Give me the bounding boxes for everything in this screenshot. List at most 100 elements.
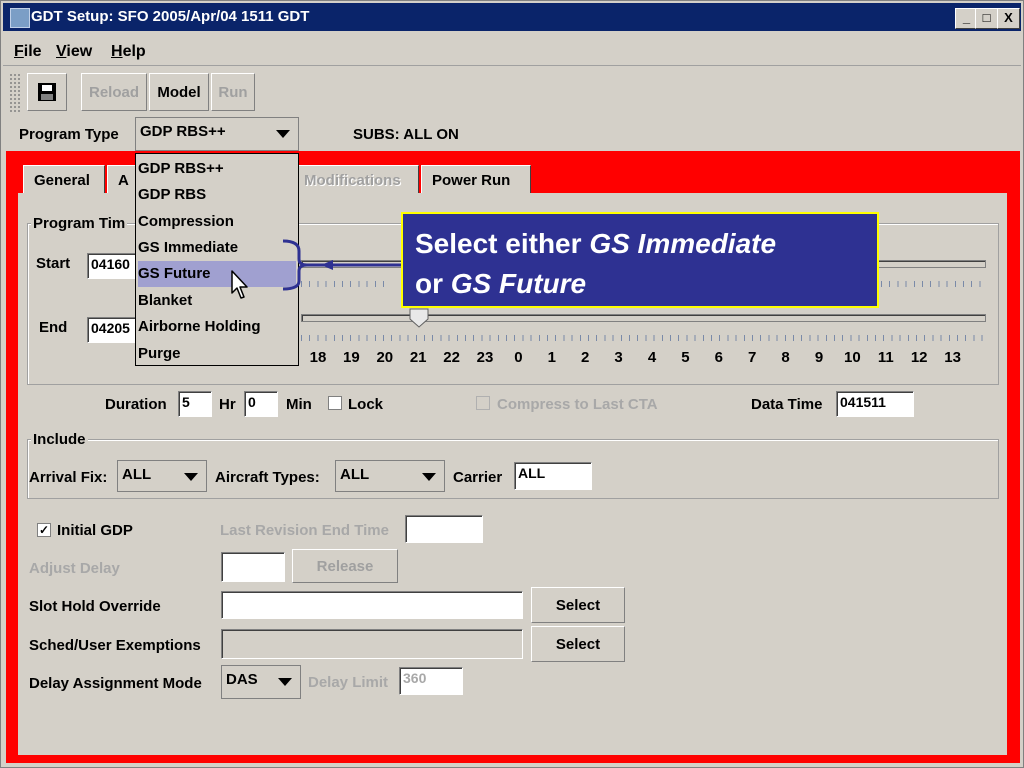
adjust-delay-label: Adjust Delay: [29, 560, 120, 577]
menu-file[interactable]: File: [14, 43, 42, 61]
hr-label: Hr: [219, 396, 236, 413]
menu-help[interactable]: Help: [111, 43, 146, 61]
menu-view[interactable]: View: [56, 43, 92, 61]
release-button[interactable]: Release: [292, 549, 398, 583]
hour-tick-label: 19: [343, 349, 360, 366]
hour-tick-label: 4: [647, 349, 657, 366]
option-airborne-holding[interactable]: Airborne Holding: [138, 314, 296, 340]
duration-label: Duration: [105, 396, 167, 413]
chevron-down-icon: [276, 130, 290, 138]
model-button[interactable]: Model: [149, 73, 209, 111]
close-button[interactable]: X: [997, 8, 1020, 29]
program-type-dropdown: GDP RBS++ GDP RBS Compression GS Immedia…: [135, 153, 299, 366]
initial-gdp-label: Initial GDP: [57, 522, 133, 539]
duration-hr-field[interactable]: 5: [178, 391, 212, 417]
end-time-slider[interactable]: [301, 314, 986, 322]
delay-mode-select[interactable]: DAS: [221, 665, 301, 699]
sched-user-label: Sched/User Exemptions: [29, 637, 201, 654]
tab-modifications[interactable]: Modifications: [293, 165, 419, 195]
chevron-down-icon: [184, 473, 198, 481]
lock-label: Lock: [348, 396, 384, 413]
hour-tick-label: 1: [547, 349, 556, 366]
hour-tick-label: 12: [910, 349, 928, 366]
compress-label: Compress to Last CTA: [497, 396, 658, 413]
compress-checkbox[interactable]: [476, 396, 490, 410]
program-type-label: Program Type: [19, 126, 119, 143]
title-bar[interactable]: GDT Setup: SFO 2005/Apr/04 1511 GDT _ □ …: [3, 3, 1021, 31]
sched-user-select-button[interactable]: Select: [531, 626, 625, 662]
chevron-down-icon: [278, 678, 292, 686]
option-purge[interactable]: Purge: [138, 341, 296, 367]
data-time-field[interactable]: 041511: [836, 391, 914, 417]
option-blanket[interactable]: Blanket: [138, 288, 296, 314]
chevron-down-icon: [422, 473, 436, 481]
hour-tick-label: 13: [944, 349, 961, 366]
callout-line2-prefix: or: [415, 268, 451, 299]
arrival-fix-label: Arrival Fix:: [29, 469, 108, 486]
hour-tick-label: 18: [309, 349, 327, 366]
carrier-label: Carrier: [453, 469, 503, 486]
initial-gdp-checkbox[interactable]: ✓: [37, 523, 51, 537]
hour-tick-label: 2: [581, 349, 590, 366]
arrival-fix-value: ALL: [122, 466, 152, 483]
delay-limit-label: Delay Limit: [308, 674, 389, 691]
end-slider-thumb-icon[interactable]: [408, 307, 430, 329]
delay-mode-label: Delay Assignment Mode: [29, 675, 202, 692]
carrier-field[interactable]: ALL: [514, 462, 592, 490]
hour-tick-label: 11: [877, 349, 894, 366]
hour-tick-label: 0: [514, 349, 523, 366]
option-compression[interactable]: Compression: [138, 209, 296, 235]
last-revision-field[interactable]: [405, 515, 483, 543]
last-revision-label: Last Revision End Time: [220, 522, 389, 539]
maximize-button[interactable]: □: [975, 8, 998, 29]
program-type-select[interactable]: GDP RBS++: [135, 117, 299, 151]
program-type-value: GDP RBS++: [140, 123, 226, 140]
sched-user-field[interactable]: [221, 629, 523, 659]
adjust-delay-field[interactable]: [221, 552, 285, 582]
slider-ticks-top-right: [881, 281, 985, 287]
slot-hold-select-button[interactable]: Select: [531, 587, 625, 623]
option-gs-future[interactable]: GS Future: [138, 261, 296, 287]
hour-tick-label: 7: [748, 349, 757, 366]
include-title: Include: [31, 431, 88, 448]
reload-button[interactable]: Reload: [81, 73, 147, 111]
delay-limit-field[interactable]: 360: [399, 667, 463, 695]
lock-checkbox[interactable]: [328, 396, 342, 410]
hour-tick-label: 21: [409, 349, 427, 366]
hour-tick-label: 20: [376, 349, 394, 366]
hour-tick-label: 10: [844, 349, 861, 366]
option-gdp-rbs[interactable]: GDP RBS: [138, 182, 296, 208]
hour-tick-label: 3: [614, 349, 623, 366]
min-label: Min: [286, 396, 312, 413]
toolbar-grip[interactable]: [9, 73, 21, 113]
aircraft-types-select[interactable]: ALL: [335, 460, 445, 492]
save-button[interactable]: [27, 73, 67, 111]
subs-status: SUBS: ALL ON: [353, 126, 459, 143]
menu-bar: File View Help: [3, 35, 1021, 66]
arrival-fix-select[interactable]: ALL: [117, 460, 207, 492]
duration-min-field[interactable]: 0: [244, 391, 278, 417]
aircraft-types-label: Aircraft Types:: [215, 469, 320, 486]
end-label: End: [39, 319, 68, 336]
hour-tick-label: 6: [714, 349, 723, 366]
slot-hold-field[interactable]: [221, 591, 523, 619]
floppy-disk-icon: [38, 83, 56, 101]
hour-tick-label: 23: [476, 349, 494, 366]
hour-tick-label: 9: [814, 349, 824, 366]
tab-power-run[interactable]: Power Run: [421, 165, 531, 195]
aircraft-types-value: ALL: [340, 466, 370, 483]
app-icon: [10, 8, 30, 28]
slot-hold-label: Slot Hold Override: [29, 598, 161, 615]
hour-tick-label: 22: [443, 349, 460, 366]
data-time-label: Data Time: [751, 396, 823, 413]
start-label: Start: [36, 255, 71, 272]
callout-gs-immediate: GS Immediate: [589, 228, 777, 259]
option-gs-immediate[interactable]: GS Immediate: [138, 235, 296, 261]
option-gdp-rbs-plus[interactable]: GDP RBS++: [138, 156, 296, 182]
callout-line1-prefix: Select either: [415, 228, 590, 259]
run-button[interactable]: Run: [211, 73, 255, 111]
hour-tick-label: 8: [781, 349, 790, 366]
bracket-arrow-icon: [282, 239, 405, 291]
mouse-cursor-icon: [231, 270, 248, 299]
callout-gs-future: GS Future: [450, 268, 587, 299]
